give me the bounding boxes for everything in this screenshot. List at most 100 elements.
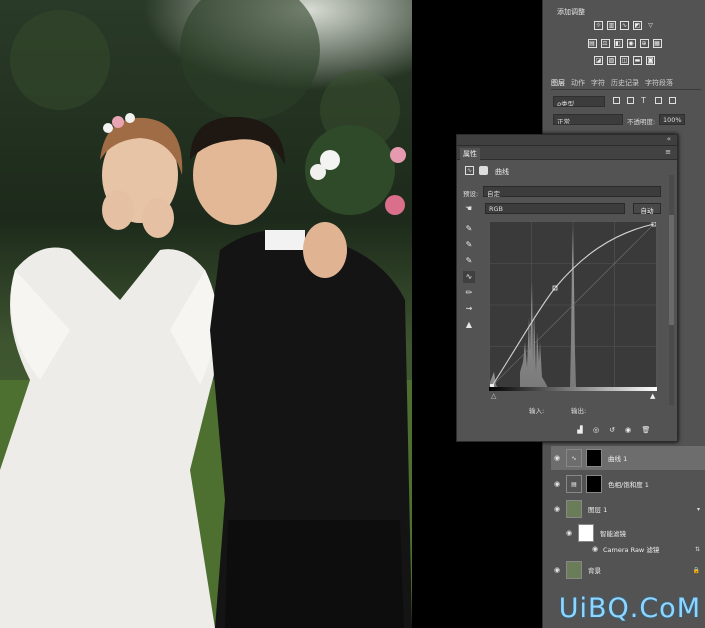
scrollbar-thumb[interactable] — [669, 215, 674, 325]
eye-icon[interactable]: ◉ — [589, 545, 601, 553]
channel-mixer-icon[interactable]: ⊕ — [639, 39, 649, 48]
menu-icon[interactable]: ≡ — [665, 148, 671, 156]
layer-mask-thumb[interactable] — [586, 449, 602, 467]
pencil-draw-icon[interactable]: ✏ — [463, 287, 475, 299]
wedding-photo — [0, 0, 412, 628]
eye-icon[interactable]: ◉ — [551, 566, 563, 574]
tab-history[interactable]: 历史记录 — [611, 78, 639, 88]
gray-point-eyedropper-icon[interactable]: ✎ — [463, 239, 475, 251]
black-point-eyedropper-icon[interactable]: ✎ — [463, 223, 475, 235]
layer-name[interactable]: 背景 — [588, 565, 601, 575]
blend-mode-select[interactable]: 正常 — [553, 114, 623, 125]
type-filter-icon[interactable]: T — [641, 97, 648, 105]
visibility-icon[interactable]: ◉ — [623, 426, 633, 436]
curves-adjustment-thumb: ∿ — [566, 449, 582, 467]
eye-icon[interactable]: ◉ — [551, 505, 563, 513]
clipping-warning-icon[interactable]: ▲ — [463, 319, 475, 331]
pixel-filter-icon[interactable] — [613, 97, 620, 104]
properties-header[interactable]: « — [457, 135, 677, 146]
tab-character[interactable]: 字符 — [591, 78, 605, 88]
curves-icon[interactable]: ∿ — [620, 21, 629, 30]
eye-icon[interactable]: ◉ — [563, 529, 575, 537]
histogram — [490, 227, 576, 388]
opacity-input[interactable]: 100% — [659, 114, 685, 125]
layers-tabbar: 图层 动作 字符 历史记录 字符段落 — [551, 76, 701, 90]
invert-icon[interactable]: ◪ — [594, 56, 603, 65]
output-label: 输出: — [571, 407, 587, 415]
gradient-map-icon[interactable]: ▬ — [633, 56, 642, 65]
adjustments-row-2: ▤ ⚖ ◧ ◉ ⊕ ▦ — [543, 39, 705, 48]
reset-icon[interactable]: ↺ — [607, 426, 617, 436]
properties-panel: « 属性 ≡ ∿ 曲线 预设: 自定 ☚ RGB 自动 ✎ ✎ ✎ ∿ ✏ ⇝ … — [456, 134, 678, 442]
input-label: 输入: — [529, 407, 545, 415]
lock-icon: 🔒 — [692, 566, 700, 574]
mask-icon[interactable] — [479, 166, 488, 175]
adjustments-row-1: ☼ ▥ ∿ ◩ ▽ — [543, 21, 705, 30]
filter-options-icon[interactable]: ⇅ — [695, 546, 700, 553]
delete-icon[interactable]: 🗑 — [641, 426, 651, 436]
edit-points-icon[interactable]: ∿ — [463, 271, 475, 283]
layer-name[interactable]: 智能滤镜 — [600, 528, 626, 538]
color-lookup-icon[interactable]: ▦ — [652, 39, 662, 48]
tab-paragraph[interactable]: 字符段落 — [645, 78, 673, 88]
photo-filter-icon[interactable]: ◉ — [626, 39, 636, 48]
adjustments-row-3: ◪ ▨ ◫ ▬ ◙ — [543, 56, 705, 65]
adjustment-filter-icon[interactable] — [627, 97, 634, 104]
auto-button[interactable]: 自动 — [633, 203, 661, 215]
collapse-icon[interactable]: « — [667, 135, 671, 143]
layer-name[interactable]: 图层 1 — [588, 504, 607, 514]
layer-row-camera-raw[interactable]: ◉ Camera Raw 滤镜 ⇅ — [589, 540, 705, 558]
smart-object-icon: ▾ — [696, 505, 700, 513]
tab-actions[interactable]: 动作 — [571, 78, 585, 88]
panel-label: 曲线 — [495, 168, 509, 176]
target-adjust-icon[interactable]: ☚ — [465, 204, 472, 213]
brightness-icon[interactable]: ☼ — [594, 21, 603, 30]
adjustments-panel: 添加调整 ☼ ▥ ∿ ◩ ▽ ▤ ⚖ ◧ ◉ ⊕ ▦ ◪ ▨ ◫ ▬ ◙ — [543, 0, 705, 70]
exposure-icon[interactable]: ◩ — [633, 21, 642, 30]
posterize-icon[interactable]: ▨ — [607, 56, 616, 65]
black-white-icon[interactable]: ◧ — [613, 39, 623, 48]
layer-kind-filter[interactable]: ρ类型 — [553, 96, 605, 107]
curves-adjustment-icon: ∿ — [465, 166, 474, 175]
preset-select[interactable]: 自定 — [483, 186, 661, 198]
layer-row-curves[interactable]: ◉ ∿ 曲线 1 — [551, 446, 705, 470]
watermark-logo: UiBQ.CoM — [558, 593, 701, 624]
tab-layers[interactable]: 图层 — [551, 78, 565, 88]
smart-object-filter-icon[interactable] — [669, 97, 676, 104]
curves-svg — [489, 221, 657, 389]
filter-name[interactable]: Camera Raw 滤镜 — [603, 544, 659, 554]
photo-thumb — [566, 561, 582, 579]
smooth-curve-icon[interactable]: ⇝ — [463, 303, 475, 315]
color-balance-icon[interactable]: ⚖ — [600, 39, 610, 48]
hue-saturation-thumb: ▤ — [566, 475, 582, 493]
adjustments-title: 添加调整 — [557, 8, 585, 16]
selective-color-icon[interactable]: ◙ — [646, 56, 655, 65]
properties-tabbar: 属性 ≡ — [457, 146, 677, 160]
layer-row-hue-saturation[interactable]: ◉ ▤ 色相/饱和度 1 — [551, 472, 705, 496]
photo-thumb — [566, 500, 582, 518]
properties-scrollbar[interactable] — [669, 175, 674, 405]
tab-properties[interactable]: 属性 — [460, 148, 480, 160]
hue-saturation-icon[interactable]: ▤ — [587, 39, 597, 48]
channel-select[interactable]: RGB — [485, 203, 625, 214]
layer-row-background[interactable]: ◉ 背景 🔒 — [551, 558, 705, 582]
clip-to-layer-icon[interactable]: ▟ — [575, 426, 585, 436]
layer-mask-thumb[interactable] — [586, 475, 602, 493]
vibrance-icon[interactable]: ▽ — [646, 21, 655, 30]
white-point-eyedropper-icon[interactable]: ✎ — [463, 255, 475, 267]
layer-row-layer1[interactable]: ◉ 图层 1 ▾ — [551, 497, 705, 521]
black-slider-icon[interactable]: △ — [491, 392, 496, 400]
levels-icon[interactable]: ▥ — [607, 21, 616, 30]
eye-icon[interactable]: ◉ — [551, 480, 563, 488]
eye-icon[interactable]: ◉ — [551, 454, 563, 462]
shape-filter-icon[interactable] — [655, 97, 662, 104]
input-gradient-bar — [489, 387, 657, 391]
view-previous-icon[interactable]: ◎ — [591, 426, 601, 436]
layer-name[interactable]: 曲线 1 — [608, 453, 627, 463]
threshold-icon[interactable]: ◫ — [620, 56, 629, 65]
white-slider-icon[interactable]: ▲ — [650, 392, 655, 400]
preset-label: 预设: — [463, 190, 479, 198]
layer-name[interactable]: 色相/饱和度 1 — [608, 479, 649, 489]
canvas-photo[interactable] — [0, 0, 412, 628]
curves-graph[interactable] — [489, 221, 657, 389]
